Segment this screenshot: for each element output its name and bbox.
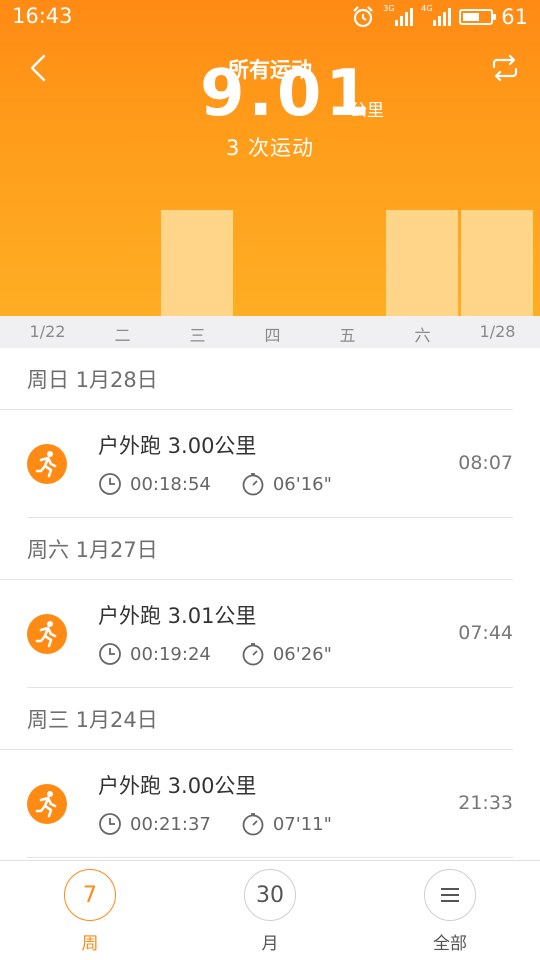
tab-week[interactable]: 7周 — [30, 869, 150, 954]
activity-duration: 00:19:24 — [130, 643, 211, 665]
weekly-bar-chart — [0, 160, 540, 316]
activity-list: 周日 1月28日户外跑 3.00公里 00:18:54 06'16" 08:07 周六 … — [0, 348, 540, 860]
signal-4g-icon: 4G — [421, 4, 452, 28]
tab-all[interactable]: 全部 — [390, 869, 510, 954]
switch-button[interactable] — [490, 54, 520, 82]
tab-label: 周 — [81, 934, 99, 954]
pace-gauge-icon — [242, 473, 264, 496]
tab-icon: 30 — [244, 869, 296, 921]
tab-icon: 7 — [64, 869, 116, 921]
activity-title: 户外跑 3.00公里 — [98, 434, 257, 458]
activity-meta: 00:19:24 06'26" — [98, 640, 332, 668]
signal-3g-icon: 3G — [383, 4, 414, 28]
bottom-tab-bar: 7 周 30 月全部 — [0, 860, 540, 960]
activity-item[interactable]: 户外跑 3.00公里 00:21:37 07'11" 21:33 — [27, 750, 513, 858]
activity-duration: 00:21:37 — [130, 813, 211, 835]
clock-icon — [99, 643, 121, 665]
activity-pace: 06'16" — [272, 473, 332, 495]
clock-icon — [99, 473, 121, 495]
x-tick-label: 二 — [114, 326, 131, 345]
total-distance-unit: 公里 — [350, 101, 384, 121]
status-bar: 16:43 3G 4G 61 — [0, 0, 540, 34]
activity-duration: 00:18:54 — [130, 473, 211, 495]
activity-pace: 06'26" — [272, 643, 332, 665]
day-header: 周日 1月28日 — [0, 348, 513, 410]
chart-bar[interactable] — [386, 210, 458, 316]
battery-level: 61 — [501, 5, 528, 29]
activity-title: 户外跑 3.01公里 — [98, 604, 257, 628]
running-icon — [27, 614, 67, 654]
workout-count: 3 次运动 — [225, 136, 315, 160]
x-tick-label: 六 — [414, 326, 431, 345]
battery-icon — [459, 9, 497, 25]
x-tick-label: 四 — [264, 326, 281, 345]
alarm-icon — [353, 6, 374, 28]
swap-icon — [492, 54, 518, 82]
pace-gauge-icon — [242, 643, 264, 666]
x-tick-label: 1/22 — [29, 322, 66, 341]
pace-gauge-icon — [242, 813, 264, 836]
chart-bar[interactable] — [461, 210, 533, 316]
activity-item[interactable]: 户外跑 3.01公里 00:19:24 06'26" 07:44 — [27, 580, 513, 688]
tab-month[interactable]: 30 月 — [210, 869, 330, 954]
activity-item[interactable]: 户外跑 3.00公里 00:18:54 06'16" 08:07 — [27, 410, 513, 518]
tab-label: 全部 — [433, 934, 467, 954]
activity-title: 户外跑 3.00公里 — [98, 774, 257, 798]
x-tick-label: 1/28 — [479, 322, 516, 341]
activity-start-time: 08:07 — [458, 452, 513, 474]
total-distance-value: 9.01 — [200, 57, 374, 131]
header: 16:43 3G 4G 61 所有运动 9.01 公里 3 次运动 — [0, 0, 540, 316]
x-tick-label: 五 — [339, 326, 356, 345]
activity-start-time: 21:33 — [458, 792, 513, 814]
running-icon — [27, 444, 67, 484]
activity-meta: 00:18:54 06'16" — [98, 470, 332, 498]
clock-icon — [99, 813, 121, 835]
status-time: 16:43 — [12, 4, 73, 28]
tab-label: 月 — [261, 934, 279, 954]
activity-start-time: 07:44 — [458, 622, 513, 644]
chart-bar[interactable] — [161, 210, 233, 316]
menu-icon — [424, 869, 476, 921]
day-header: 周三 1月24日 — [0, 688, 513, 750]
x-tick-label: 三 — [189, 326, 206, 345]
day-header: 周六 1月27日 — [0, 518, 513, 580]
activity-meta: 00:21:37 07'11" — [98, 810, 332, 838]
status-icons: 3G 4G 61 — [351, 4, 528, 30]
chart-x-axis: 1/22 二 三 四 五 六 1/28 — [0, 316, 540, 348]
running-icon — [27, 784, 67, 824]
activity-pace: 07'11" — [272, 813, 332, 835]
